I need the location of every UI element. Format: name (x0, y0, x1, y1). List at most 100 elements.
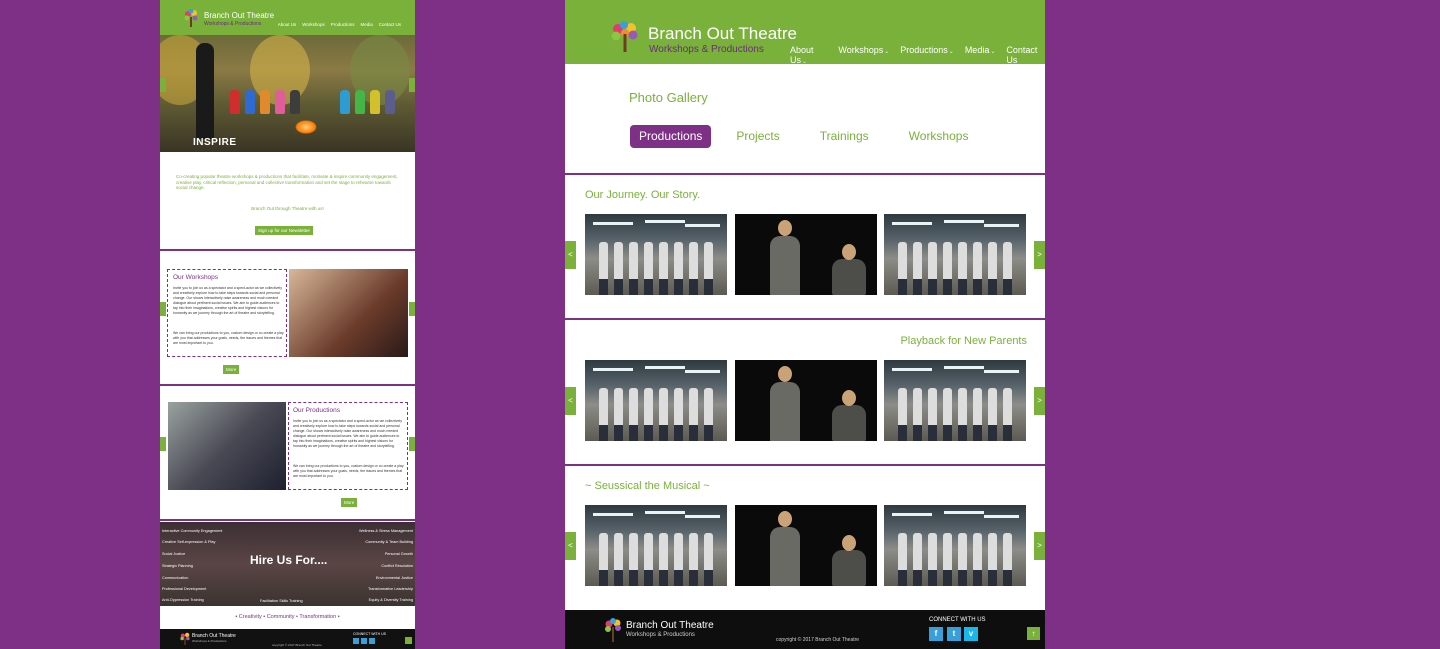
gallery-next-arrow[interactable]: > (1034, 241, 1045, 269)
actor-figure (629, 279, 638, 295)
divider (160, 519, 415, 521)
actor-figure (973, 242, 982, 280)
twitter-icon[interactable] (361, 638, 367, 644)
nav-productions[interactable]: Productions⌄ (900, 45, 954, 65)
tab-productions[interactable]: Productions (630, 125, 712, 148)
site-header: Branch Out Theatre Workshops & Productio… (565, 0, 1045, 65)
productions-prev-arrow[interactable] (160, 437, 166, 451)
actor-figure (599, 388, 608, 426)
chevron-down-icon: ⌄ (884, 49, 890, 55)
ceiling-light (984, 224, 1019, 227)
nav-about-us[interactable]: About Us⌄ (790, 45, 827, 65)
left-nav-about[interactable]: About Us (278, 22, 297, 27)
hero-next-arrow[interactable] (409, 78, 415, 92)
gallery-thumbnail[interactable] (735, 214, 877, 295)
left-nav-media[interactable]: Media (360, 22, 372, 27)
actor-figure (614, 388, 623, 426)
workshops-title: Our Workshops (173, 274, 219, 281)
vimeo-icon[interactable]: v (964, 627, 978, 641)
actor-figure (928, 533, 937, 571)
nav-media[interactable]: Media⌄ (965, 45, 996, 65)
actor-figure (599, 242, 608, 280)
actor-figure (988, 279, 997, 295)
actor-figure (943, 425, 952, 441)
tab-trainings[interactable]: Trainings (820, 125, 869, 148)
actor-figure (988, 570, 997, 586)
left-nav-productions[interactable]: Productions (331, 22, 355, 27)
workshops-prev-arrow[interactable] (160, 302, 166, 316)
back-to-top-button[interactable]: ↑ (1027, 627, 1040, 640)
actor-figure (629, 533, 638, 571)
hero-prev-arrow[interactable] (160, 78, 166, 92)
gallery-next-arrow[interactable]: > (1034, 387, 1045, 415)
campfire (295, 120, 317, 134)
section-divider (565, 173, 1045, 175)
actor-figure (770, 527, 800, 586)
productions-next-arrow[interactable] (409, 437, 415, 451)
hire-item: Social Justice (162, 552, 186, 556)
actor-figure (614, 425, 623, 441)
section-divider (565, 464, 1045, 466)
gallery-prev-arrow[interactable]: < (565, 241, 576, 269)
actor-figure (689, 533, 698, 571)
actor-figure (1003, 279, 1012, 295)
vimeo-icon[interactable] (369, 638, 375, 644)
left-footer-copy: copyright © 2017 Branch Out Theatre (272, 643, 322, 647)
ceiling-light (645, 511, 685, 514)
gallery-thumbnail[interactable] (884, 360, 1026, 441)
workshops-more-button[interactable]: More (223, 365, 240, 374)
gallery-prev-arrow[interactable]: < (565, 387, 576, 415)
actor-figure (689, 570, 698, 586)
back-to-top-icon[interactable] (405, 637, 412, 644)
twitter-icon[interactable]: t (947, 627, 961, 641)
gallery-thumbnail[interactable] (585, 505, 727, 586)
actor-figure (659, 570, 668, 586)
actor-figure (898, 242, 907, 280)
facebook-icon[interactable] (353, 638, 359, 644)
actor-figure (770, 382, 800, 441)
actor-figure (973, 425, 982, 441)
tab-projects[interactable]: Projects (736, 125, 779, 148)
actor-figure (599, 425, 608, 441)
nav-workshops[interactable]: Workshops⌄ (838, 45, 889, 65)
actor-figure (778, 511, 792, 527)
tab-workshops[interactable]: Workshops (909, 125, 969, 148)
gallery-thumbnail[interactable] (585, 360, 727, 441)
ceiling-light (892, 368, 932, 371)
main-nav: About Us⌄ Workshops⌄ Productions⌄ Media⌄… (790, 45, 1045, 65)
actor-figure (913, 388, 922, 426)
site-brand[interactable]: Branch Out Theatre (648, 24, 797, 44)
hire-item: Conflict Resolution (381, 564, 413, 568)
actor-figure (898, 279, 907, 295)
gallery-thumbnail[interactable] (884, 214, 1026, 295)
left-nav-contact[interactable]: Contact Us (379, 22, 401, 27)
newsletter-button[interactable]: Sign up for our Newsletter (255, 226, 314, 235)
hire-title: Hire Us For.... (250, 553, 328, 567)
actor-figure (958, 242, 967, 280)
nav-contact-us[interactable]: Contact Us (1006, 45, 1045, 65)
hire-us-banner: Hire Us For.... Interactive Community En… (160, 522, 415, 606)
actor-figure (614, 533, 623, 571)
left-nav-workshops[interactable]: Workshops (302, 22, 324, 27)
actor-figure (913, 425, 922, 441)
left-footer-connect: CONNECT WITH US (353, 632, 386, 636)
hire-item: Personal Growth (384, 552, 413, 556)
actor-figure (928, 570, 937, 586)
gallery-next-arrow[interactable]: > (1034, 532, 1045, 560)
gallery-thumbnail[interactable] (585, 214, 727, 295)
actor-figure (614, 242, 623, 280)
gallery-prev-arrow[interactable]: < (565, 532, 576, 560)
gallery-page-mockup: Branch Out Theatre Workshops & Productio… (565, 0, 1045, 649)
actor-figure (674, 279, 683, 295)
gallery-thumbnail[interactable] (735, 505, 877, 586)
chevron-down-icon: ⌄ (948, 49, 954, 55)
gallery-thumbnail[interactable] (884, 505, 1026, 586)
gallery-thumbnail[interactable] (735, 360, 877, 441)
workshops-next-arrow[interactable] (409, 302, 415, 316)
facebook-icon[interactable]: f (929, 627, 943, 641)
actor-figure (674, 570, 683, 586)
hero-caption: INSPIRE (193, 137, 237, 148)
productions-photo (168, 402, 286, 490)
actor-figure (943, 388, 952, 426)
productions-more-button[interactable]: More (341, 498, 358, 507)
